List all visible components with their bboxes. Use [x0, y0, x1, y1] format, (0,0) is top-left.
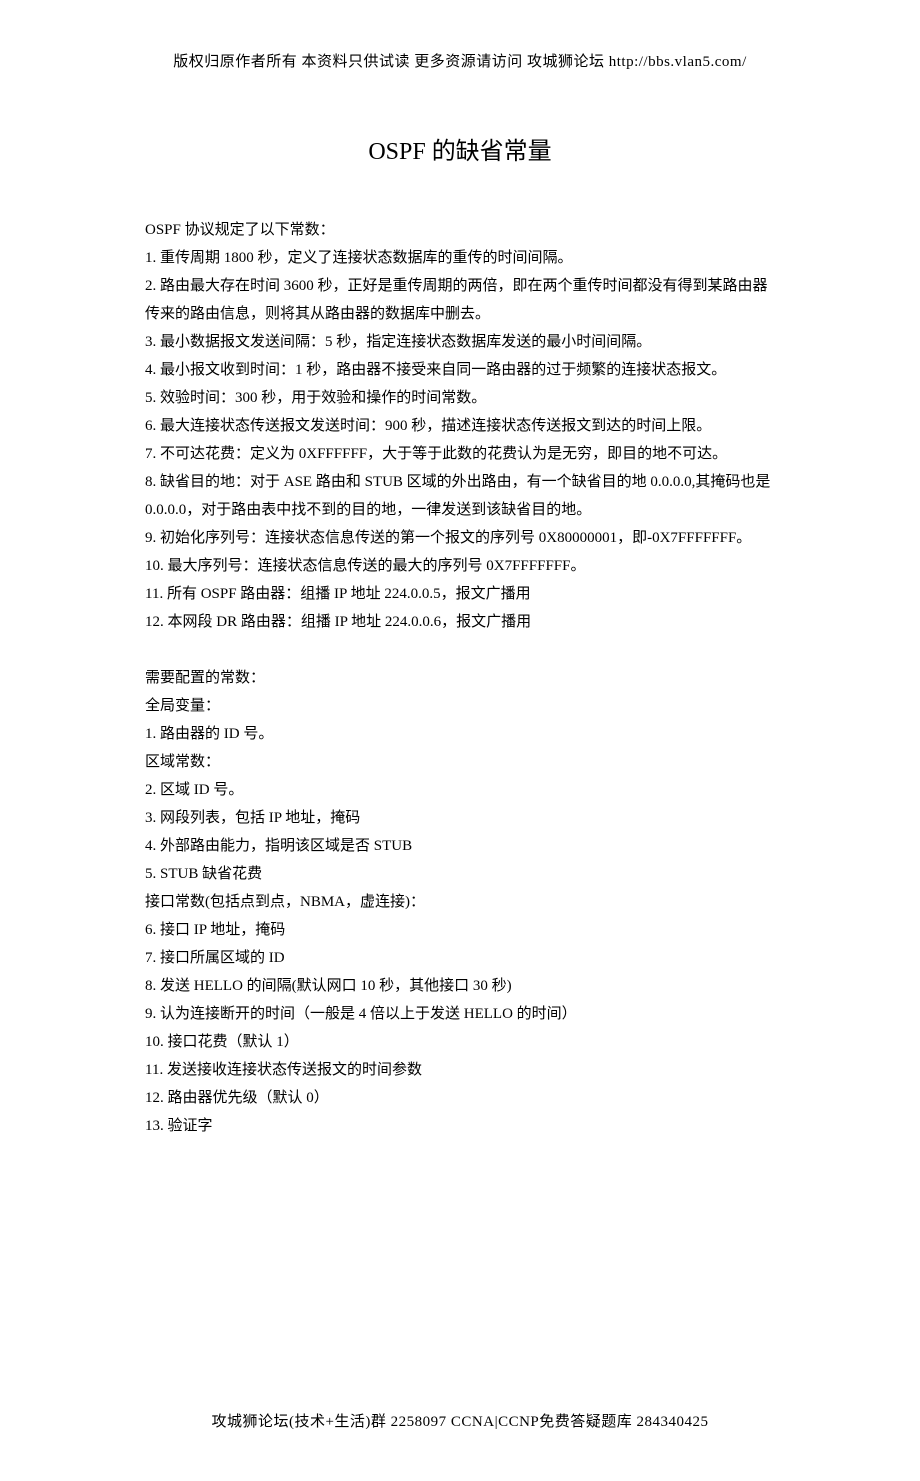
list-item: 7. 不可达花费：定义为 0XFFFFFF，大于等于此数的花费认为是无穷，即目的…	[145, 440, 775, 468]
interface-constants-heading: 接口常数(包括点到点，NBMA，虚连接)：	[145, 888, 775, 916]
list-item: 13. 验证字	[145, 1112, 775, 1140]
list-item: 5. 效验时间：300 秒，用于效验和操作的时间常数。	[145, 384, 775, 412]
list-item: 6. 最大连接状态传送报文发送时间：900 秒，描述连接状态传送报文到达的时间上…	[145, 412, 775, 440]
page-header: 版权归原作者所有 本资料只供试读 更多资源请访问 攻城狮论坛 http://bb…	[145, 50, 775, 71]
list-item: 11. 所有 OSPF 路由器：组播 IP 地址 224.0.0.5，报文广播用	[145, 580, 775, 608]
page-footer: 攻城狮论坛(技术+生活)群 2258097 CCNA|CCNP免费答疑题库 28…	[145, 1410, 775, 1431]
list-item: 10. 最大序列号：连接状态信息传送的最大的序列号 0X7FFFFFFF。	[145, 552, 775, 580]
intro-text: OSPF 协议规定了以下常数：	[145, 216, 775, 244]
document-title: OSPF 的缺省常量	[145, 131, 775, 166]
list-item: 12. 本网段 DR 路由器：组播 IP 地址 224.0.0.6，报文广播用	[145, 608, 775, 636]
list-item: 7. 接口所属区域的 ID	[145, 944, 775, 972]
list-item: 3. 网段列表，包括 IP 地址，掩码	[145, 804, 775, 832]
area-constants-list: 2. 区域 ID 号。 3. 网段列表，包括 IP 地址，掩码 4. 外部路由能…	[145, 776, 775, 888]
list-item: 4. 最小报文收到时间：1 秒，路由器不接受来自同一路由器的过于频繁的连接状态报…	[145, 356, 775, 384]
global-vars-list: 1. 路由器的 ID 号。	[145, 720, 775, 748]
list-item: 3. 最小数据报文发送间隔：5 秒，指定连接状态数据库发送的最小时间间隔。	[145, 328, 775, 356]
config-constants-heading: 需要配置的常数：	[145, 664, 775, 692]
list-item: 9. 认为连接断开的时间（一般是 4 倍以上于发送 HELLO 的时间）	[145, 1000, 775, 1028]
ospf-constants-list: 1. 重传周期 1800 秒，定义了连接状态数据库的重传的时间间隔。 2. 路由…	[145, 244, 775, 636]
list-item: 12. 路由器优先级（默认 0）	[145, 1084, 775, 1112]
list-item: 11. 发送接收连接状态传送报文的时间参数	[145, 1056, 775, 1084]
list-item: 9. 初始化序列号：连接状态信息传送的第一个报文的序列号 0X80000001，…	[145, 524, 775, 552]
list-item: 5. STUB 缺省花费	[145, 860, 775, 888]
list-item: 8. 发送 HELLO 的间隔(默认网口 10 秒，其他接口 30 秒)	[145, 972, 775, 1000]
list-item: 1. 重传周期 1800 秒，定义了连接状态数据库的重传的时间间隔。	[145, 244, 775, 272]
interface-constants-list: 6. 接口 IP 地址，掩码 7. 接口所属区域的 ID 8. 发送 HELLO…	[145, 916, 775, 1140]
area-constants-heading: 区域常数：	[145, 748, 775, 776]
list-item: 10. 接口花费（默认 1）	[145, 1028, 775, 1056]
list-item: 2. 区域 ID 号。	[145, 776, 775, 804]
document-page: 版权归原作者所有 本资料只供试读 更多资源请访问 攻城狮论坛 http://bb…	[0, 0, 920, 1481]
list-item: 4. 外部路由能力，指明该区域是否 STUB	[145, 832, 775, 860]
list-item: 6. 接口 IP 地址，掩码	[145, 916, 775, 944]
list-item: 8. 缺省目的地：对于 ASE 路由和 STUB 区域的外出路由，有一个缺省目的…	[145, 468, 775, 524]
list-item: 2. 路由最大存在时间 3600 秒，正好是重传周期的两倍，即在两个重传时间都没…	[145, 272, 775, 328]
list-item: 1. 路由器的 ID 号。	[145, 720, 775, 748]
global-vars-heading: 全局变量：	[145, 692, 775, 720]
